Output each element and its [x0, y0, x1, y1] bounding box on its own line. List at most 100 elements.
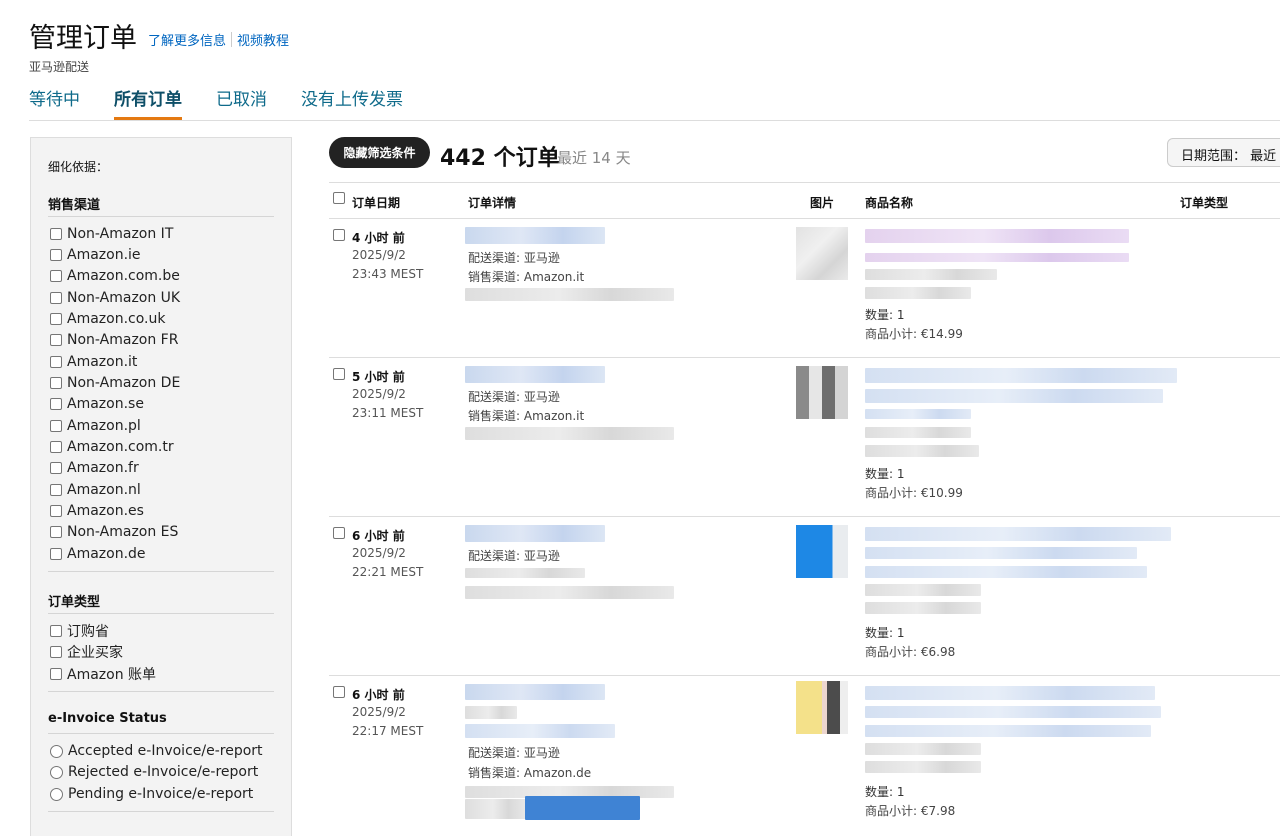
row-checkbox[interactable] — [333, 368, 345, 380]
video-tutorial-link[interactable]: 视频教程 — [237, 30, 289, 49]
einvoice-option[interactable]: Accepted e-Invoice/e-report — [50, 742, 263, 760]
row-checkbox[interactable] — [333, 527, 345, 539]
checkbox[interactable] — [50, 356, 62, 368]
action-button-redacted[interactable] — [525, 796, 640, 820]
order-id-redacted[interactable] — [465, 366, 605, 383]
order-clock: 23:11 MEST — [352, 406, 424, 420]
order-clock: 23:43 MEST — [352, 267, 424, 281]
section-divider — [48, 733, 274, 734]
order-type-option[interactable]: 企业买家 — [50, 643, 123, 661]
checkbox[interactable] — [50, 484, 62, 496]
channel-option[interactable]: Amazon.it — [50, 353, 137, 371]
table-row: 4 小时 前 2025/9/2 23:43 MEST 配送渠道: 亚马逊 销售渠… — [329, 218, 1280, 358]
product-title-redacted[interactable] — [865, 229, 1129, 243]
checkbox[interactable] — [50, 526, 62, 538]
fulfillment-channel: 配送渠道: 亚马逊 — [468, 549, 560, 563]
order-id-redacted[interactable] — [465, 227, 605, 244]
tab-pending[interactable]: 等待中 — [29, 85, 80, 120]
product-thumbnail[interactable] — [796, 366, 848, 419]
product-title-redacted[interactable] — [865, 527, 1171, 541]
checkbox[interactable] — [50, 334, 62, 346]
product-title-redacted[interactable] — [865, 686, 1155, 700]
checkbox[interactable] — [50, 420, 62, 432]
asin-redacted — [865, 427, 971, 438]
col-order-date[interactable]: 订单日期 — [352, 194, 400, 211]
order-id-redacted[interactable] — [465, 525, 605, 542]
channel-option[interactable]: Amazon.de — [50, 545, 146, 563]
row-checkbox[interactable] — [333, 229, 345, 241]
order-type-option[interactable]: Amazon 账单 — [50, 665, 156, 683]
product-title-redacted — [865, 389, 1163, 403]
channel-option[interactable]: Non-Amazon FR — [50, 331, 178, 349]
refine-by-title: 细化依据： — [48, 160, 109, 174]
fulfillment-channel: 配送渠道: 亚马逊 — [468, 390, 560, 404]
channel-option[interactable]: Amazon.ie — [50, 246, 141, 264]
channel-option[interactable]: Amazon.fr — [50, 459, 139, 477]
order-clock: 22:17 MEST — [352, 724, 424, 738]
tab-all-orders[interactable]: 所有订单 — [114, 85, 182, 120]
channel-option[interactable]: Non-Amazon UK — [50, 289, 180, 307]
checkbox[interactable] — [50, 398, 62, 410]
channel-option[interactable]: Amazon.co.uk — [50, 310, 165, 328]
checkbox[interactable] — [50, 249, 62, 261]
checkbox[interactable] — [50, 462, 62, 474]
channel-option[interactable]: Non-Amazon ES — [50, 523, 178, 541]
sku-redacted — [865, 287, 971, 299]
quantity: 数量: 1 — [865, 308, 905, 322]
product-title-redacted[interactable] — [865, 368, 1177, 383]
table-row: 6 小时 前 2025/9/2 22:21 MEST 配送渠道: 亚马逊 数量:… — [329, 516, 1280, 676]
tabs-divider — [29, 120, 1280, 121]
order-type-option[interactable]: 订购省 — [50, 622, 109, 640]
product-title-redacted — [865, 566, 1147, 578]
channel-option[interactable]: Amazon.com.tr — [50, 438, 174, 456]
order-date: 2025/9/2 — [352, 387, 406, 401]
product-thumbnail[interactable] — [796, 525, 848, 578]
einvoice-option[interactable]: Pending e-Invoice/e-report — [50, 785, 253, 803]
order-time-ago: 4 小时 前 — [352, 231, 405, 245]
checkbox[interactable] — [50, 377, 62, 389]
checkbox[interactable] — [50, 625, 62, 637]
channel-option[interactable]: Amazon.es — [50, 502, 144, 520]
section-divider — [48, 811, 274, 812]
channel-option[interactable]: Non-Amazon IT — [50, 225, 173, 243]
checkbox[interactable] — [50, 313, 62, 325]
select-all-checkbox[interactable] — [333, 192, 345, 204]
hide-filters-button[interactable]: 隐藏筛选条件 — [329, 137, 430, 168]
tab-cancelled[interactable]: 已取消 — [216, 85, 267, 120]
product-title-redacted — [865, 409, 971, 419]
order-date: 2025/9/2 — [352, 248, 406, 262]
buyer-redacted — [465, 586, 674, 599]
quantity: 数量: 1 — [865, 626, 905, 640]
channel-option[interactable]: Amazon.pl — [50, 417, 141, 435]
tab-no-invoice[interactable]: 没有上传发票 — [301, 85, 403, 120]
order-clock: 22:21 MEST — [352, 565, 424, 579]
section-divider — [48, 571, 274, 572]
checkbox[interactable] — [50, 646, 62, 658]
channel-option[interactable]: Amazon.com.be — [50, 267, 180, 285]
order-id-redacted[interactable] — [465, 684, 605, 700]
checkbox[interactable] — [50, 270, 62, 282]
channel-option[interactable]: Non-Amazon DE — [50, 374, 180, 392]
date-range-dropdown[interactable]: 日期范围： 最近 14 天 — [1167, 138, 1280, 167]
channel-option[interactable]: Amazon.se — [50, 395, 144, 413]
checkbox[interactable] — [50, 228, 62, 240]
product-title-redacted — [865, 725, 1151, 737]
checkbox[interactable] — [50, 548, 62, 560]
channel-option[interactable]: Amazon.nl — [50, 481, 141, 499]
checkbox[interactable] — [50, 505, 62, 517]
checkbox[interactable] — [50, 292, 62, 304]
order-time-ago: 5 小时 前 — [352, 370, 405, 384]
learn-more-link[interactable]: 了解更多信息 — [148, 30, 226, 49]
note-redacted — [465, 706, 517, 719]
product-thumbnail[interactable] — [796, 681, 848, 734]
product-thumbnail[interactable] — [796, 227, 848, 280]
checkbox[interactable] — [50, 441, 62, 453]
checkbox[interactable] — [50, 668, 62, 680]
radio[interactable] — [50, 765, 63, 779]
radio[interactable] — [50, 787, 63, 801]
radio[interactable] — [50, 744, 63, 758]
einvoice-option[interactable]: Rejected e-Invoice/e-report — [50, 763, 258, 781]
sku-redacted — [865, 761, 981, 773]
item-subtotal: 商品小计: €10.99 — [865, 486, 963, 500]
row-checkbox[interactable] — [333, 686, 345, 698]
